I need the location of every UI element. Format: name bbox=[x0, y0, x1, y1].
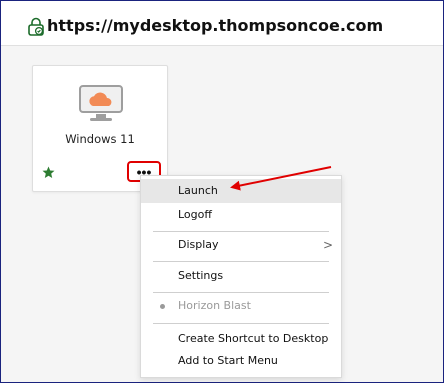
radio-dot-icon bbox=[160, 304, 165, 309]
menu-item-label: Add to Start Menu bbox=[178, 354, 278, 367]
menu-item-logoff[interactable]: Logoff bbox=[141, 203, 341, 227]
menu-item-horizon-blast[interactable]: Horizon Blast bbox=[141, 294, 341, 318]
address-header: https://mydesktop.thompsoncoe.com bbox=[1, 1, 443, 46]
menu-item-label: Launch bbox=[178, 184, 218, 197]
cloud-monitor-icon bbox=[79, 85, 123, 121]
desktop-name: Windows 11 bbox=[65, 132, 135, 146]
context-menu: Launch Logoff Display > Settings Horizon… bbox=[140, 175, 342, 378]
star-icon[interactable] bbox=[42, 166, 55, 179]
menu-item-label: Logoff bbox=[178, 208, 212, 221]
chevron-right-icon: > bbox=[323, 238, 334, 252]
menu-item-label: Create Shortcut to Desktop bbox=[178, 332, 329, 345]
menu-divider bbox=[153, 231, 329, 232]
menu-divider bbox=[153, 292, 329, 293]
menu-item-settings[interactable]: Settings bbox=[141, 264, 341, 288]
menu-item-display[interactable]: Display > bbox=[141, 233, 341, 257]
menu-item-label: Display bbox=[178, 238, 219, 251]
lock-icon bbox=[28, 17, 44, 36]
menu-divider bbox=[153, 261, 329, 262]
menu-item-label: Settings bbox=[178, 269, 224, 282]
desktop-tile-windows-11[interactable]: Windows 11 ••• bbox=[32, 65, 168, 192]
window-frame: https://mydesktop.thompsoncoe.com Window… bbox=[0, 0, 444, 383]
menu-divider bbox=[153, 323, 329, 324]
menu-item-label: Horizon Blast bbox=[178, 299, 251, 312]
menu-item-add-to-start-menu[interactable]: Add to Start Menu bbox=[141, 349, 341, 373]
menu-item-launch[interactable]: Launch bbox=[141, 179, 341, 203]
menu-item-create-shortcut[interactable]: Create Shortcut to Desktop bbox=[141, 327, 341, 351]
page-url[interactable]: https://mydesktop.thompsoncoe.com bbox=[47, 16, 383, 35]
